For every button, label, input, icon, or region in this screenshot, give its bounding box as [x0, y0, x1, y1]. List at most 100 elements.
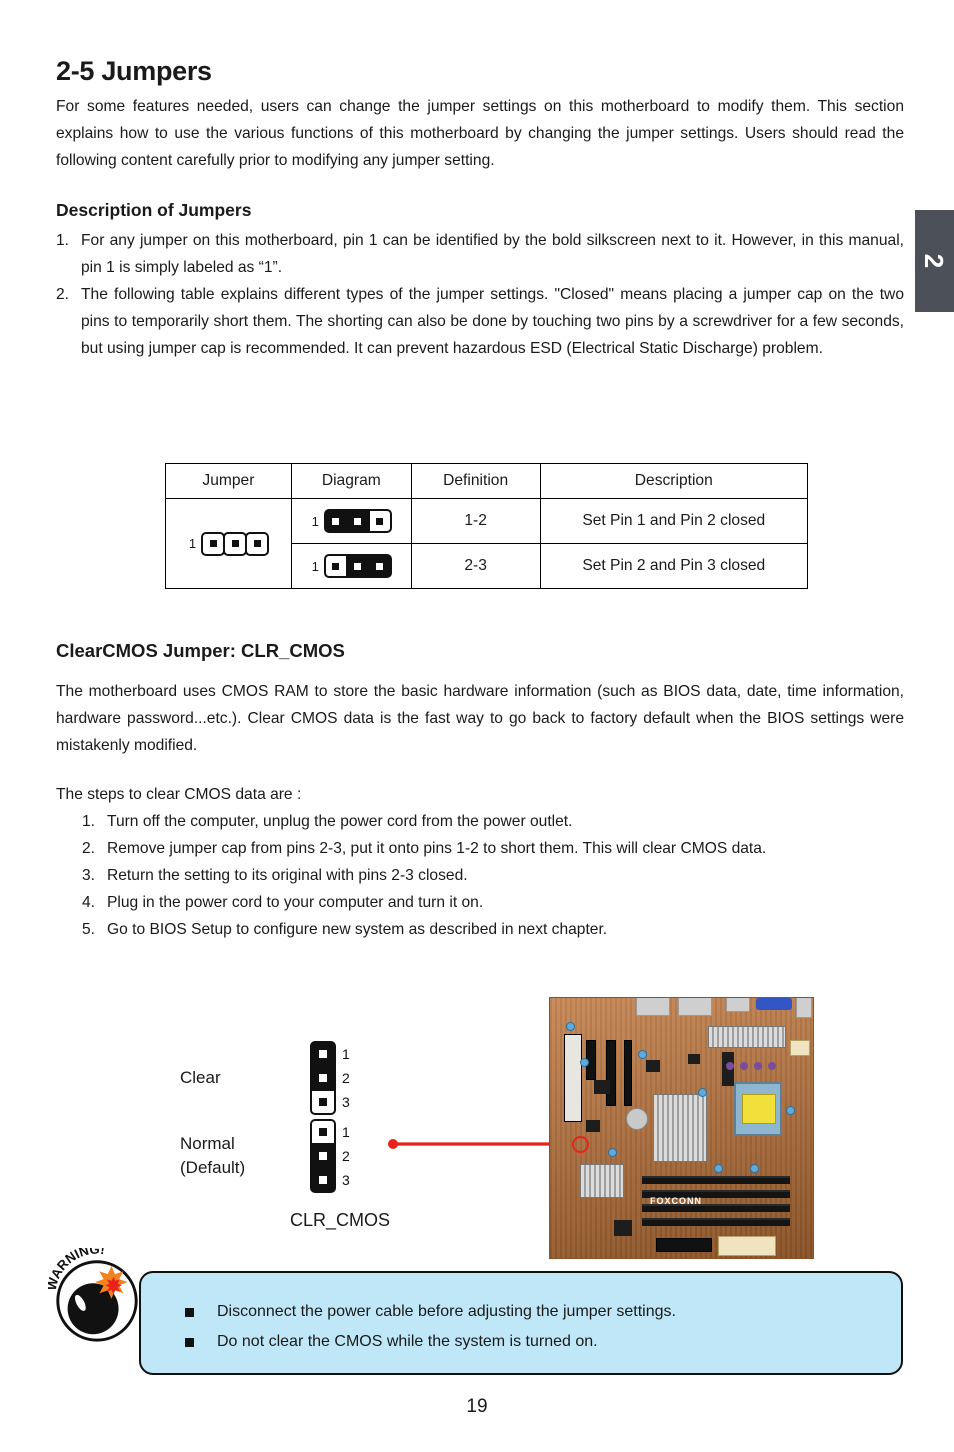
warning-text: Do not clear the CMOS while the system i…	[217, 1333, 598, 1350]
jumper-table-container: Jumper Diagram Definition Description 1	[165, 463, 809, 589]
pin-1-icon	[201, 531, 226, 556]
list-text: Go to BIOS Setup to configure new system…	[107, 921, 608, 938]
steps-intro: The steps to clear CMOS data are :	[56, 786, 302, 803]
list-item: Disconnect the power cable before adjust…	[185, 1297, 676, 1327]
jumper-diagram-2-3: 1	[311, 554, 392, 578]
clr-cmos-highlight-circle	[572, 1136, 589, 1153]
list-item: 1. For any jumper on this motherboard, p…	[56, 227, 904, 281]
warning-bomb-icon: WARNING!	[48, 1248, 138, 1342]
list-text: Remove jumper cap from pins 2-3, put it …	[107, 840, 767, 857]
list-marker: 2.	[82, 840, 96, 857]
description-list: 1. For any jumper on this motherboard, p…	[56, 227, 904, 362]
warning-text: Disconnect the power cable before adjust…	[217, 1303, 676, 1320]
normal-pin-group: 1 2 3	[310, 1119, 350, 1193]
page-content: 2-5 Jumpers For some features needed, us…	[56, 56, 904, 362]
list-item: Do not clear the CMOS while the system i…	[185, 1327, 676, 1357]
warning-list: Disconnect the power cable before adjust…	[185, 1297, 676, 1357]
pin-group	[201, 531, 270, 556]
connector-name-label: CLR_CMOS	[289, 1210, 391, 1230]
pin-2-icon	[345, 554, 370, 578]
jumper-diagram-1-2: 1	[311, 509, 392, 533]
motherboard-photo: FOXCONN	[549, 997, 814, 1259]
pin-one-label: 1	[188, 536, 197, 551]
normal-setting-row: Normal (Default) 1 2 3	[180, 1119, 350, 1193]
pin-1-icon: 1	[310, 1041, 350, 1067]
bullet-square-icon	[185, 1308, 194, 1317]
list-text: Plug in the power cord to your computer …	[107, 894, 484, 911]
clearcmos-paragraph: The motherboard uses CMOS RAM to store t…	[56, 683, 904, 754]
diagram-cell: 1	[290, 498, 412, 544]
pin-3-icon: 3	[310, 1089, 350, 1115]
list-item: 3. Return the setting to its original wi…	[82, 862, 904, 889]
definition-cell: 2-3	[410, 543, 541, 589]
column-header-jumper: Jumper	[165, 463, 292, 499]
pin-2-icon	[345, 509, 370, 533]
pin-3-icon	[245, 531, 270, 556]
clearcmos-steps-list: 1. Turn off the computer, unplug the pow…	[82, 808, 904, 943]
list-text: Turn off the computer, unplug the power …	[107, 813, 573, 830]
pin-1-icon	[323, 554, 348, 578]
jumper-pinout-graphic: 1	[188, 531, 270, 556]
list-marker: 1.	[82, 813, 96, 830]
section-intro-text: For some features needed, users can chan…	[56, 98, 904, 169]
clear-pin-group: 1 2 3	[310, 1041, 350, 1115]
clearcmos-section: ClearCMOS Jumper: CLR_CMOS The motherboa…	[56, 640, 904, 943]
list-item: 5. Go to BIOS Setup to configure new sys…	[82, 916, 904, 943]
definition-cell: 1-2	[410, 498, 541, 544]
vga-connector	[756, 998, 792, 1010]
jumper-table: Jumper Diagram Definition Description 1	[165, 463, 809, 589]
table-row: 1 1 1-2 Set Pin 1 and Pin 2 closed	[165, 498, 809, 589]
pin-2-icon: 2	[310, 1143, 350, 1169]
list-item: 1. Turn off the computer, unplug the pow…	[82, 808, 904, 835]
list-marker: 3.	[82, 867, 96, 884]
normal-label-line2: (Default)	[180, 1158, 246, 1177]
pin-1-icon	[323, 509, 348, 533]
description-cell: Set Pin 2 and Pin 3 closed	[539, 543, 809, 589]
pin-2-icon	[223, 531, 248, 556]
list-text: Return the setting to its original with …	[107, 867, 468, 884]
pin-3-icon	[367, 509, 392, 533]
list-item: 2. Remove jumper cap from pins 2-3, put …	[82, 835, 904, 862]
list-marker: 4.	[82, 894, 96, 911]
table-header-row: Jumper Diagram Definition Description	[165, 463, 809, 499]
list-marker: 2.	[56, 286, 70, 303]
pin-2-icon: 2	[310, 1065, 350, 1091]
list-marker: 5.	[82, 921, 96, 938]
description-cell: Set Pin 1 and Pin 2 closed	[539, 498, 809, 544]
clearcmos-heading: ClearCMOS Jumper: CLR_CMOS	[56, 640, 345, 661]
pin-3-number: 3	[342, 1172, 350, 1188]
pin-group	[323, 554, 392, 578]
pin-1-icon: 1	[310, 1119, 350, 1145]
description-heading: Description of Jumpers	[56, 200, 252, 220]
normal-label-line1: Normal	[180, 1134, 235, 1153]
atx-power-connector	[718, 1236, 776, 1256]
pin-3-icon	[367, 554, 392, 578]
page-number: 19	[466, 1396, 488, 1417]
pin-group	[323, 509, 392, 533]
list-text: The following table explains different t…	[81, 286, 904, 357]
column-header-definition: Definition	[410, 463, 541, 499]
chapter-tab: 2	[915, 210, 954, 312]
list-text: For any jumper on this motherboard, pin …	[81, 232, 904, 276]
pin-2-number: 2	[342, 1148, 350, 1164]
column-header-description: Description	[539, 463, 809, 499]
pin-3-icon: 3	[310, 1167, 350, 1193]
board-brand-label: FOXCONN	[650, 1196, 702, 1206]
page-title: 2-5 Jumpers	[56, 56, 212, 86]
normal-label: Normal (Default)	[180, 1132, 310, 1180]
warning-box: Disconnect the power cable before adjust…	[139, 1271, 903, 1375]
clear-setting-row: Clear 1 2 3	[180, 1041, 350, 1115]
pin-3-number: 3	[342, 1094, 350, 1110]
list-item: 4. Plug in the power cord to your comput…	[82, 889, 904, 916]
column-header-diagram: Diagram	[290, 463, 412, 499]
pin-one-label: 1	[311, 558, 319, 574]
pin-one-label: 1	[311, 513, 319, 529]
list-item: 2. The following table explains differen…	[56, 281, 904, 362]
pin-1-number: 1	[342, 1124, 350, 1140]
diagram-cell: 1	[290, 543, 412, 589]
clear-label: Clear	[180, 1068, 221, 1087]
chapter-number: 2	[919, 253, 950, 269]
bullet-square-icon	[185, 1338, 194, 1347]
list-marker: 1.	[56, 232, 70, 249]
manual-page: 2 2-5 Jumpers For some features needed, …	[0, 0, 954, 1452]
